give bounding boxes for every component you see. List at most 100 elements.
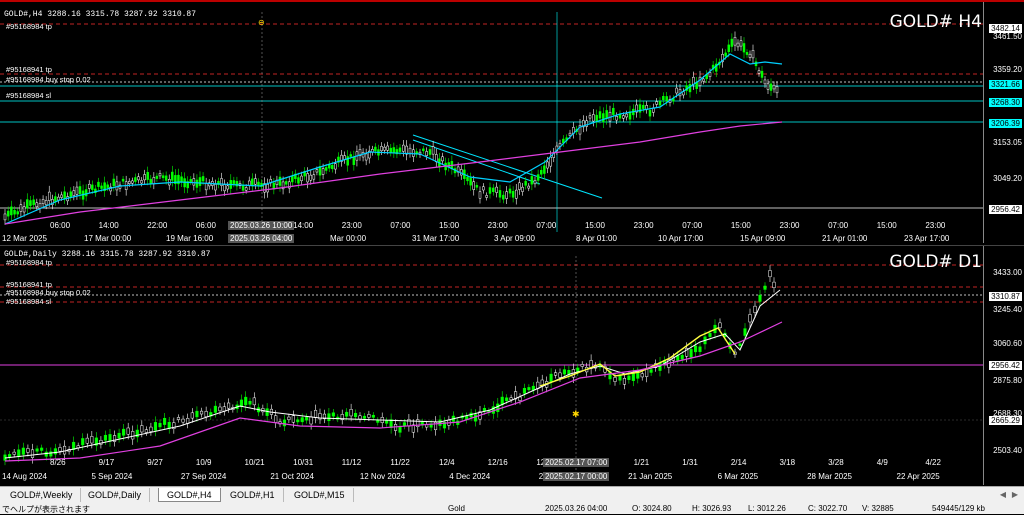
tab-gold-daily[interactable]: GOLD#,Daily bbox=[80, 488, 151, 502]
candle-body bbox=[127, 181, 131, 184]
candle-body bbox=[103, 434, 108, 441]
time-label: 23 Apr 17:00 bbox=[904, 234, 950, 243]
candle-body bbox=[505, 397, 509, 402]
candle-body bbox=[753, 305, 757, 313]
candle-body bbox=[708, 72, 712, 77]
candle-body bbox=[22, 206, 26, 213]
candle-body bbox=[772, 281, 776, 288]
price-label: 3060.60 bbox=[993, 339, 1022, 348]
candle-body bbox=[244, 187, 248, 191]
candle-body bbox=[751, 50, 755, 59]
crosshair-time-bottom: 2025.03.26 04:00 bbox=[228, 234, 295, 243]
price-label: 2875.80 bbox=[993, 376, 1022, 385]
candle-body bbox=[385, 420, 389, 424]
time-label: 19 Mar 16:00 bbox=[166, 234, 214, 243]
candle-body bbox=[152, 177, 156, 185]
candle-body bbox=[195, 410, 199, 418]
candle-body bbox=[478, 191, 482, 199]
candle-body bbox=[431, 146, 435, 155]
candle-body bbox=[10, 206, 13, 216]
candle-body bbox=[546, 161, 549, 169]
time-label: 17 Mar 00:00 bbox=[84, 234, 132, 243]
tab-scroll-left-icon[interactable]: ◀ bbox=[1000, 490, 1006, 499]
candle-body bbox=[736, 42, 740, 48]
candle-body bbox=[251, 178, 254, 187]
time-label: 12/4 bbox=[439, 458, 455, 467]
candle-body bbox=[201, 176, 205, 182]
candle-body bbox=[331, 165, 334, 170]
candle-body bbox=[625, 113, 628, 118]
candle-body bbox=[398, 147, 402, 152]
candle-body bbox=[488, 187, 492, 194]
candle-body bbox=[772, 84, 776, 90]
candle-body bbox=[309, 416, 313, 425]
candle-body bbox=[257, 181, 260, 186]
tab-gold-h4[interactable]: GOLD#,H4 bbox=[158, 488, 221, 502]
candle-body bbox=[645, 368, 649, 377]
candle-body bbox=[358, 415, 362, 420]
candle-body bbox=[733, 37, 737, 46]
d1-price-axis[interactable]: 3433.00 3245.40 3060.60 2875.80 2688.30 … bbox=[983, 246, 1024, 485]
price-tag: 2665.29 bbox=[989, 416, 1022, 425]
candle-body bbox=[112, 178, 116, 187]
candle-body bbox=[364, 153, 368, 161]
candle-body bbox=[605, 110, 608, 119]
candle-body bbox=[642, 104, 645, 109]
tab-gold-h1[interactable]: GOLD#,H1 bbox=[222, 488, 284, 502]
time-label: 4 Dec 2024 bbox=[449, 472, 491, 481]
time-label: 3 Apr 09:00 bbox=[494, 234, 535, 243]
time-label: 11/22 bbox=[390, 458, 410, 467]
order-label: #95168984 buy stop 0.02 bbox=[6, 75, 91, 84]
candle-body bbox=[408, 147, 412, 154]
price-tag: 3482.14 bbox=[989, 24, 1022, 33]
tab-gold-m15[interactable]: GOLD#,M15 bbox=[286, 488, 354, 502]
candle-body bbox=[19, 204, 23, 212]
candle-body bbox=[768, 270, 772, 278]
time-label: 15 Apr 09:00 bbox=[740, 234, 786, 243]
candle-body bbox=[291, 415, 295, 423]
candle-body bbox=[204, 182, 208, 191]
candle-body bbox=[743, 328, 747, 336]
h4-price-axis[interactable]: 3461.50 3359.20 3153.05 3049.20 3482.14 … bbox=[983, 2, 1024, 243]
h4-chart-canvas[interactable]: ⊖ bbox=[0, 2, 1024, 243]
candle-body bbox=[214, 184, 217, 191]
candle-body bbox=[511, 191, 515, 198]
h4-chart[interactable]: ⊖ GOLD#,H4 3288.16 3315.78 3287.92 3310.… bbox=[0, 0, 1024, 243]
candle-body bbox=[300, 417, 304, 423]
candle-body bbox=[402, 422, 406, 426]
candle-body bbox=[694, 345, 698, 353]
candle-body bbox=[49, 451, 53, 457]
tab-scroll-right-icon[interactable]: ▶ bbox=[1012, 490, 1018, 499]
candle-body bbox=[297, 177, 300, 184]
d1-chart[interactable]: ✱ GOLD#,Daily 3288.16 3315.78 3287.92 33… bbox=[0, 245, 1024, 485]
candle-body bbox=[549, 373, 553, 383]
candle-body bbox=[244, 396, 248, 406]
candle-body bbox=[164, 175, 168, 181]
candle-body bbox=[568, 132, 572, 136]
candle-body bbox=[482, 186, 485, 191]
candle-body bbox=[352, 156, 356, 165]
d1-chart-canvas[interactable]: ✱ bbox=[0, 246, 1024, 485]
candle-body bbox=[12, 451, 16, 455]
candle-body bbox=[252, 397, 256, 406]
tab-gold-weekly[interactable]: GOLD#,Weekly bbox=[2, 488, 82, 502]
candle-body bbox=[540, 169, 543, 175]
candle-body bbox=[474, 414, 478, 422]
candle-body bbox=[354, 412, 358, 418]
candle-body bbox=[180, 176, 183, 183]
status-datetime: 2025.03.26 04:00 bbox=[545, 504, 608, 513]
candle-body bbox=[192, 178, 196, 186]
candle-body bbox=[62, 445, 67, 455]
candle-body bbox=[60, 194, 63, 198]
price-tag: 3206.39 bbox=[989, 119, 1022, 128]
candle-body bbox=[204, 411, 208, 417]
candle-body bbox=[708, 333, 712, 337]
candle-body bbox=[72, 190, 76, 196]
order-label: #95168984 sl bbox=[6, 297, 52, 306]
candle-body bbox=[108, 434, 112, 442]
candle-body bbox=[760, 70, 764, 78]
candle-body bbox=[346, 156, 349, 166]
candle-body bbox=[522, 388, 526, 394]
time-label: 21 Oct 2024 bbox=[270, 472, 314, 481]
candle-body bbox=[374, 146, 377, 152]
